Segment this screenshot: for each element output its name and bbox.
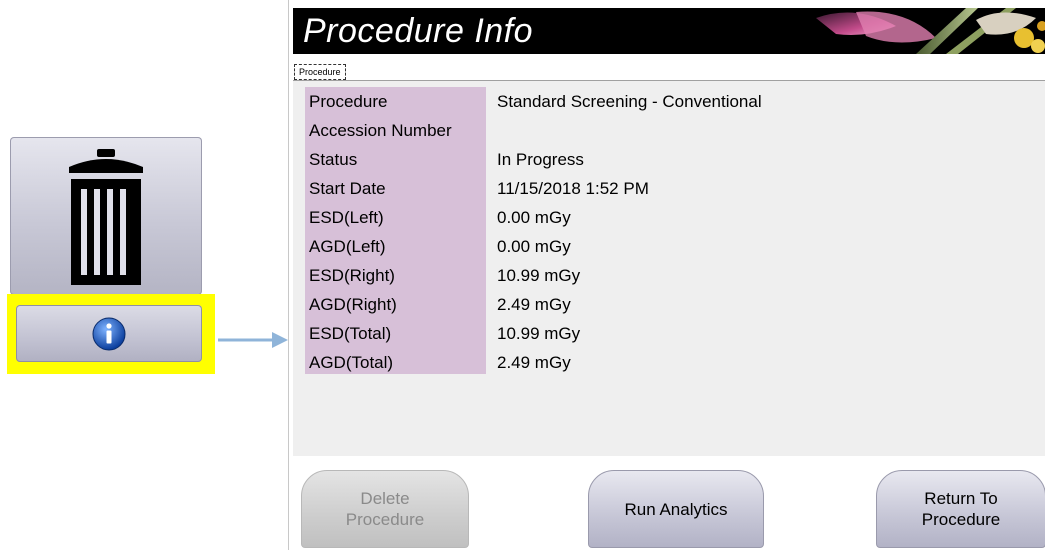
info-icon <box>92 317 126 351</box>
procedure-info-dialog: Procedure Info Procedure Procedure Stand… <box>288 0 1045 550</box>
value-agd-left: 0.00 mGy <box>497 237 571 256</box>
label-esd-right: ESD(Right) <box>309 266 395 285</box>
label-esd-left: ESD(Left) <box>309 208 384 227</box>
delete-procedure-label-line2: Procedure <box>345 510 425 529</box>
value-agd-total: 2.49 mGy <box>497 353 571 372</box>
delete-button[interactable] <box>10 137 202 295</box>
value-agd-right: 2.49 mGy <box>497 295 571 314</box>
tab-procedure[interactable]: Procedure <box>294 64 346 80</box>
run-analytics-button[interactable]: Run Analytics <box>588 470 764 548</box>
value-start-date: 11/15/2018 1:52 PM <box>497 179 649 198</box>
dialog-title: Procedure Info <box>303 12 534 50</box>
label-accession-number: Accession Number <box>309 121 452 140</box>
value-procedure: Standard Screening - Conventional <box>497 92 762 111</box>
label-agd-total: AGD(Total) <box>309 353 394 372</box>
run-analytics-label: Run Analytics <box>624 499 728 519</box>
delete-procedure-label-line1: Delete <box>360 489 410 508</box>
value-esd-right: 10.99 mGy <box>497 266 581 285</box>
label-procedure: Procedure <box>309 92 388 111</box>
value-esd-total: 10.99 mGy <box>497 324 581 343</box>
label-start-date: Start Date <box>309 179 386 198</box>
label-agd-left: AGD(Left) <box>309 237 386 256</box>
dialog-footer: Delete Procedure Run Analytics Return To… <box>289 456 1045 550</box>
arrow-icon <box>218 332 288 348</box>
flower-banner-image <box>816 8 1045 54</box>
procedure-info-button[interactable] <box>16 305 202 362</box>
procedure-details-panel: Procedure Standard Screening - Conventio… <box>293 80 1045 457</box>
label-status: Status <box>309 150 358 169</box>
return-to-procedure-label-line1: Return To <box>924 489 998 508</box>
trash-can-icon <box>69 149 143 285</box>
title-bar: Procedure Info <box>293 8 1045 54</box>
label-esd-total: ESD(Total) <box>309 324 392 343</box>
return-to-procedure-button[interactable]: Return To Procedure <box>876 470 1045 548</box>
return-to-procedure-label-line2: Procedure <box>921 510 1001 529</box>
delete-procedure-button[interactable]: Delete Procedure <box>301 470 469 548</box>
value-status: In Progress <box>497 150 584 169</box>
label-agd-right: AGD(Right) <box>309 295 397 314</box>
value-esd-left: 0.00 mGy <box>497 208 571 227</box>
